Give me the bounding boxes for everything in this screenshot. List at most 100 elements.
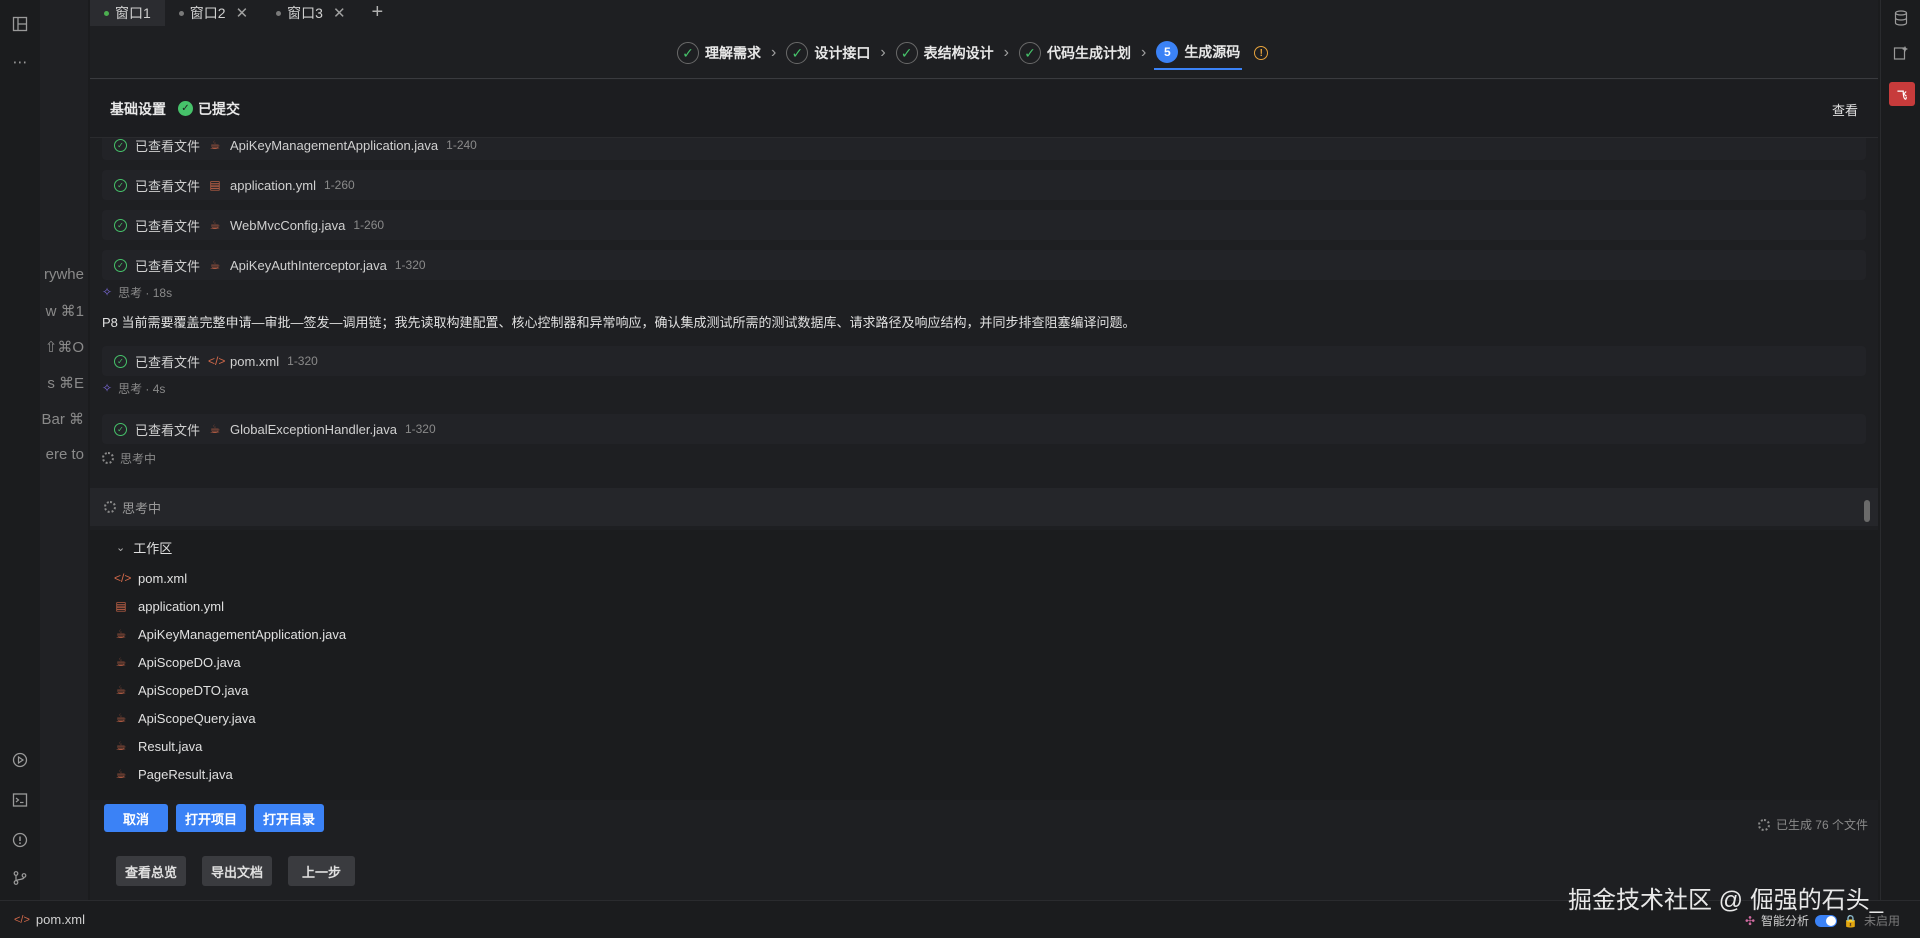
xml-file-icon: </> (208, 354, 226, 368)
tab-label: 窗口2 (189, 5, 226, 21)
check-circle-icon: ✓ (114, 218, 127, 232)
more-icon[interactable]: ⋯ (10, 52, 30, 72)
panel-title: 基础设置 (110, 100, 166, 117)
workspace-header[interactable]: ⌄ 工作区 (116, 538, 172, 557)
row-label: 已查看文件 (135, 354, 201, 370)
think-text: 思考 · 4s (118, 381, 166, 396)
step-label: 代码生成计划 (1046, 45, 1131, 61)
log-row[interactable]: ✓ 已查看文件 ☕ ApiKeyAuthInterceptor.java 1-3… (102, 250, 1866, 280)
step-table-design[interactable]: ✓ 表结构设计 (894, 36, 996, 70)
tree-item[interactable]: </> pom.xml (114, 566, 187, 590)
workspace-tree: ⌄ 工作区 </> pom.xml ▤ application.yml ☕ Ap… (90, 530, 1878, 800)
close-icon[interactable]: ✕ (236, 4, 249, 22)
run-icon[interactable] (10, 750, 30, 770)
file-name: WebMvcConfig.java (230, 217, 346, 233)
right-sidebar: 飞 (1880, 0, 1920, 900)
step-understand[interactable]: ✓ 理解需求 (675, 36, 763, 70)
row-label: 已查看文件 (135, 258, 201, 274)
check-circle-icon: ✓ (178, 101, 193, 116)
log-row[interactable]: ✓ 已查看文件 ▤ application.yml 1-260 (102, 170, 1866, 200)
tab-window-1[interactable]: 窗口1 (90, 0, 165, 26)
tree-item[interactable]: ☕ PageResult.java (114, 762, 233, 786)
thinking-bar: 思考中 (90, 488, 1878, 526)
tree-item[interactable]: ☕ ApiScopeDO.java (114, 650, 241, 674)
java-file-icon: ☕ (115, 767, 127, 781)
smart-analysis-icon: ✣ (1744, 913, 1756, 928)
yml-file-icon: ▤ (115, 599, 127, 613)
tree-item-label: pom.xml (138, 570, 188, 586)
ai-edit-icon[interactable] (1891, 43, 1911, 63)
java-file-icon: ☕ (209, 258, 221, 272)
new-tab-button[interactable]: + (360, 0, 396, 26)
open-directory-button[interactable]: 打开目录 (254, 804, 325, 832)
explorer-icon[interactable] (10, 14, 30, 34)
thinking-indicator: 思考中 (102, 449, 156, 467)
think-duration[interactable]: ✧ 思考 · 4s (102, 379, 165, 397)
chevron-right-icon: › (880, 44, 886, 61)
generation-status: 已生成 76 个文件 (1757, 816, 1868, 833)
tab-window-3[interactable]: 窗口3 ✕ (262, 0, 359, 26)
row-label: 已查看文件 (135, 138, 201, 154)
check-circle-icon: ✓ (114, 422, 127, 436)
tab-label: 窗口1 (115, 5, 151, 21)
tab-window-2[interactable]: 窗口2 ✕ (165, 0, 262, 26)
export-doc-button[interactable]: 导出文档 (202, 856, 273, 886)
cancel-button[interactable]: 取消 (104, 804, 169, 832)
step-label: 设计接口 (814, 45, 871, 61)
log-row[interactable]: ✓ 已查看文件 ☕ ApiKeyManagementApplication.ja… (102, 138, 1866, 160)
git-branch-icon[interactable] (10, 868, 30, 888)
java-file-icon: ☕ (115, 711, 127, 725)
line-range: 1-260 (324, 178, 355, 192)
smart-analysis-label: 智能分析 (1761, 914, 1810, 928)
log-row[interactable]: ✓ 已查看文件 </> pom.xml 1-320 (102, 346, 1866, 376)
file-name: GlobalExceptionHandler.java (230, 421, 397, 437)
tree-item[interactable]: ☕ ApiKeyManagementApplication.java (114, 622, 347, 646)
terminal-icon[interactable] (10, 790, 30, 810)
log-row[interactable]: ✓ 已查看文件 ☕ WebMvcConfig.java 1-260 (102, 210, 1866, 240)
log-row[interactable]: ✓ 已查看文件 ☕ GlobalExceptionHandler.java 1-… (102, 414, 1866, 444)
line-range: 1-320 (404, 422, 436, 436)
problems-icon[interactable] (10, 830, 30, 850)
chevron-right-icon: › (1003, 44, 1009, 61)
tree-item-label: Result.java (138, 738, 203, 754)
think-duration[interactable]: ✧ 思考 · 18s (102, 283, 172, 301)
step-generate-source[interactable]: 5 生成源码 (1154, 36, 1243, 70)
spinner-icon (1757, 818, 1770, 831)
java-file-icon: ☕ (209, 218, 221, 232)
line-range: 1-320 (287, 354, 318, 368)
check-icon: ✓ (895, 42, 918, 64)
tree-item[interactable]: ☕ ApiScopeQuery.java (114, 706, 256, 730)
feishu-icon[interactable]: 飞 (1889, 82, 1915, 106)
divider (90, 78, 1878, 79)
tree-item[interactable]: ☕ Result.java (114, 734, 203, 758)
step-codegen-plan[interactable]: ✓ 代码生成计划 (1017, 36, 1133, 70)
check-icon: ✓ (786, 42, 809, 64)
reasoning-paragraph: P8 当前需要覆盖完整申请—审批—签发—调用链；我先读取构建配置、核心控制器和异… (102, 315, 1136, 330)
ghost-line: ⇧⌘O (44, 339, 84, 356)
view-link[interactable]: 查看 (1832, 100, 1858, 119)
check-icon: ✓ (1018, 42, 1041, 64)
step-label: 表结构设计 (923, 45, 994, 61)
smart-analysis-toggle[interactable] (1815, 914, 1838, 927)
step-design-api[interactable]: ✓ 设计接口 (784, 36, 872, 70)
lock-icon: 🔒 (1843, 913, 1858, 928)
line-range: 1-240 (446, 138, 477, 152)
tree-item[interactable]: ☕ ApiScopeDTO.java (114, 678, 249, 702)
ghost-line: Bar ⌘ (41, 411, 84, 428)
prev-step-button[interactable]: 上一步 (288, 856, 356, 886)
close-icon[interactable]: ✕ (333, 4, 346, 22)
overview-button[interactable]: 查看总览 (116, 856, 187, 886)
check-circle-icon: ✓ (114, 354, 127, 368)
database-icon[interactable] (1891, 8, 1911, 28)
tree-item[interactable]: ▤ application.yml (114, 594, 224, 618)
scrollbar[interactable] (1864, 500, 1870, 522)
panel-header: 基础设置 ✓ 已提交 查看 (90, 80, 1878, 138)
file-name: pom.xml (230, 353, 280, 369)
warning-icon[interactable]: ! (1254, 46, 1269, 60)
open-project-button[interactable]: 打开项目 (176, 804, 247, 832)
spinner-icon (102, 452, 114, 464)
thinking-text: 思考中 (120, 451, 157, 466)
file-name: ApiKeyAuthInterceptor.java (230, 257, 387, 273)
status-file[interactable]: </> pom.xml (14, 912, 85, 927)
file-name: application.yml (230, 177, 317, 193)
